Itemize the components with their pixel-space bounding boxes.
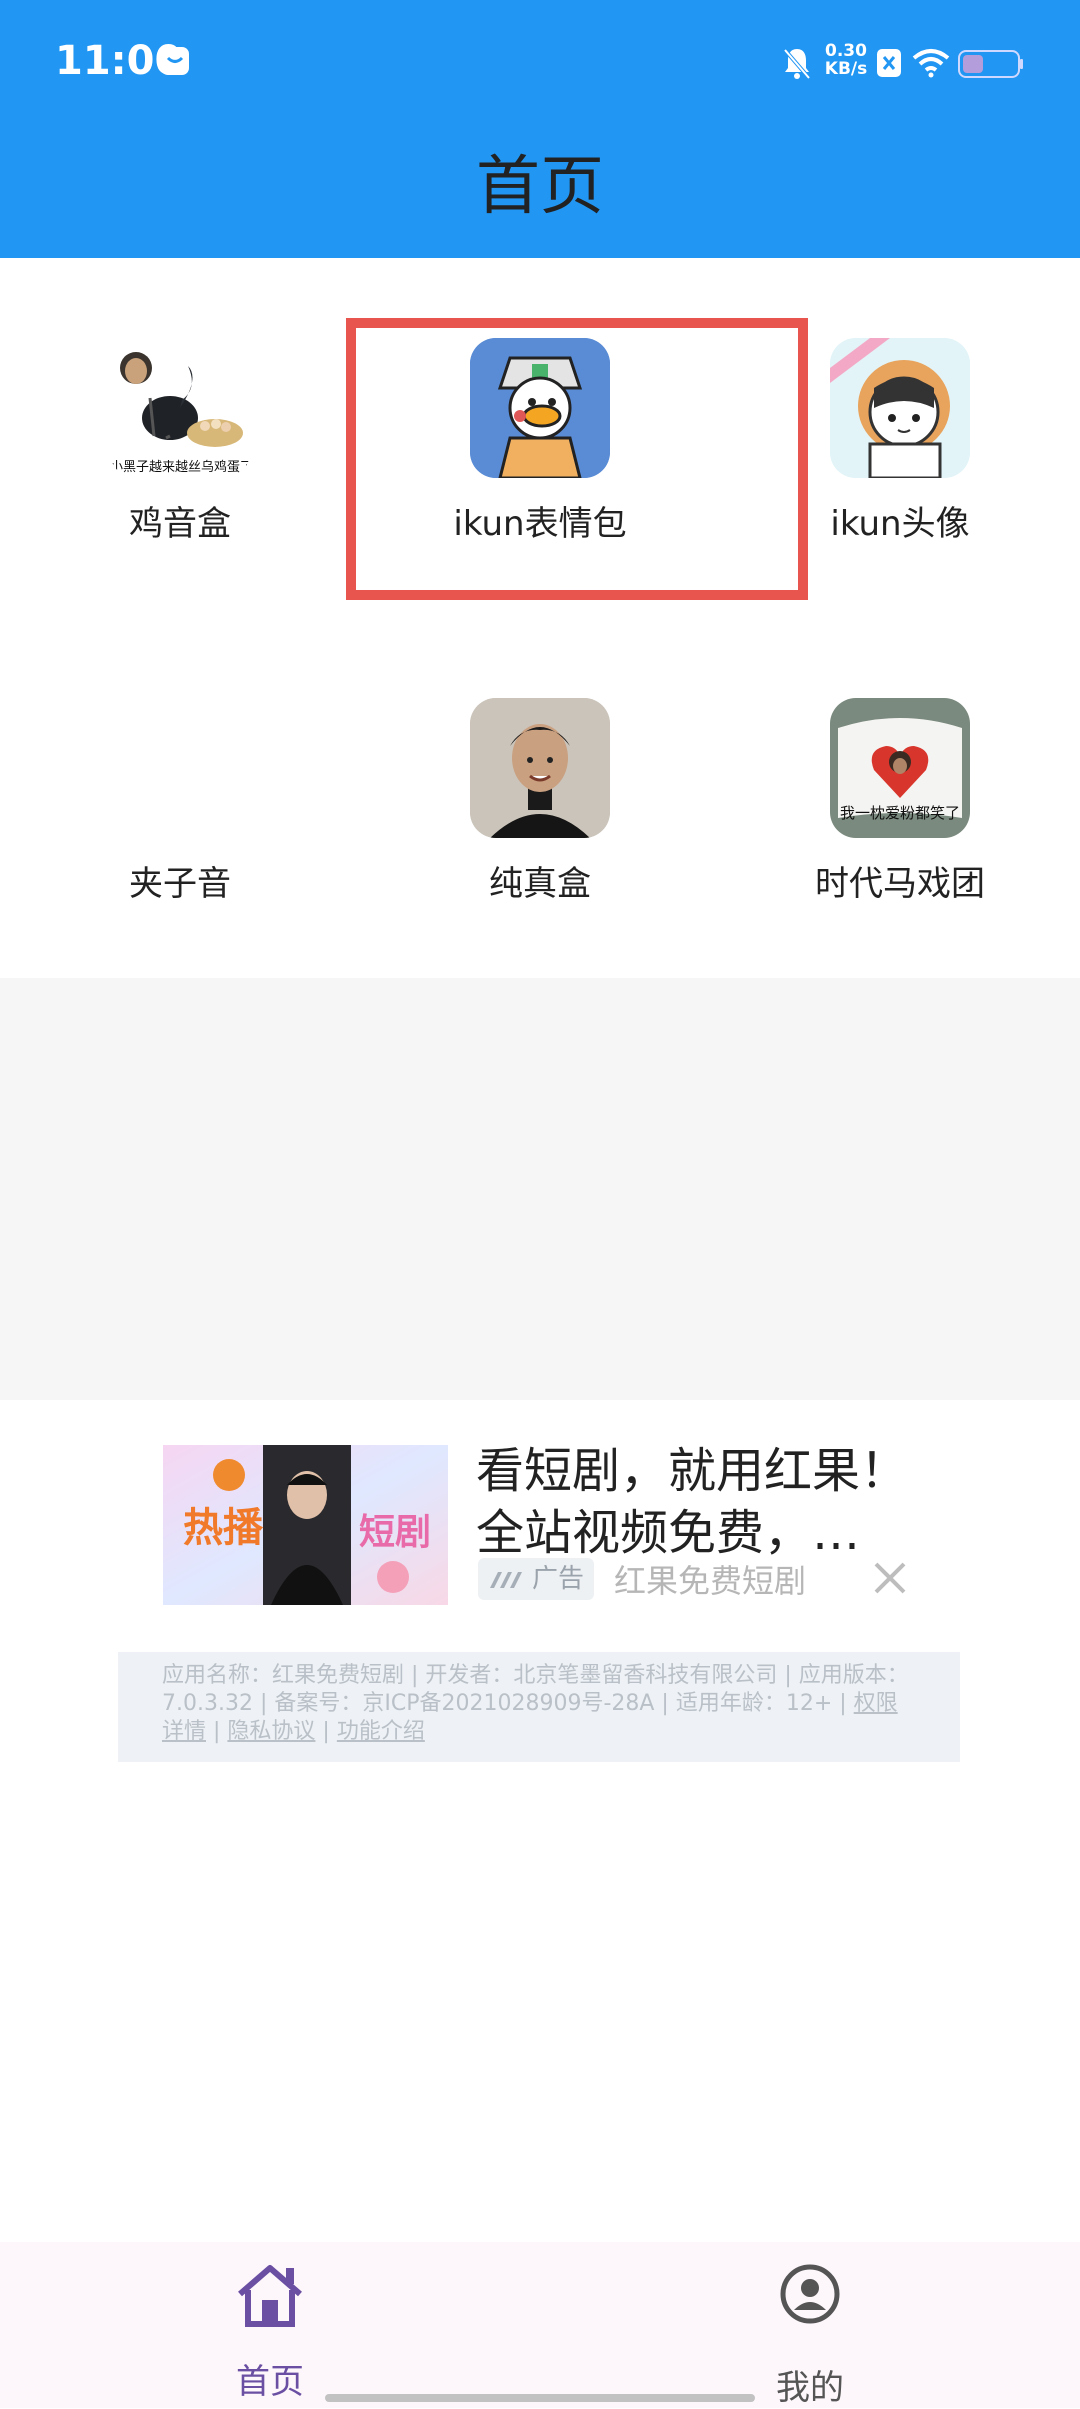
- chicken-thumbnail: 小黑子越来越丝乌鸡蛋了: [110, 338, 250, 478]
- no-sim-icon: [877, 49, 901, 77]
- empty-area: [0, 978, 1080, 1400]
- ad-app-info: 应用名称：红果免费短剧 | 开发者：北京笔墨留香科技有限公司 | 应用版本：7.…: [118, 1652, 960, 1762]
- ad-image-text-right: 短剧: [359, 1512, 432, 1553]
- ad-badge-label: 广告: [532, 1564, 585, 1594]
- ad-logo-icon: [490, 1572, 522, 1588]
- ad-badge: 广告: [478, 1558, 594, 1600]
- chicken-caption: 小黑子越来越丝乌鸡蛋了: [110, 460, 250, 475]
- close-icon[interactable]: [870, 1558, 910, 1598]
- battery-icon: [958, 50, 1023, 78]
- tab-profile[interactable]: 我的: [700, 2262, 920, 2408]
- grid-item-circus[interactable]: 我一枕爱粉都笑了 时代马戏团: [720, 618, 1080, 978]
- grid-item-clip-voice[interactable]: 夹子音: [0, 618, 360, 978]
- ad-info-text: 应用名称：红果免费短剧 | 开发者：北京笔墨留香科技有限公司 | 应用版本：7.…: [162, 1663, 909, 1716]
- grid-item-innocent-box[interactable]: 纯真盒: [360, 618, 720, 978]
- grid-item-chicken-sound-box[interactable]: 小黑子越来越丝乌鸡蛋了 鸡音盒: [0, 258, 360, 618]
- bottom-nav: 首页 我的: [0, 2242, 1080, 2408]
- privacy-link[interactable]: 隐私协议: [227, 1719, 315, 1744]
- app-header: 11:00 0.30 KB/s 首页: [0, 0, 1080, 258]
- wifi-icon: [912, 49, 950, 78]
- selection-highlight: [346, 318, 808, 600]
- status-bar: 11:00 0.30 KB/s: [0, 0, 1080, 126]
- cartoon-cat-image: [830, 338, 970, 478]
- network-speed: 0.30 KB/s: [821, 42, 871, 78]
- profile-icon: [780, 2264, 840, 2324]
- grid-item-label: 纯真盒: [489, 864, 591, 904]
- circus-thumbnail: 我一枕爱粉都笑了: [830, 698, 970, 838]
- features-link[interactable]: 功能介绍: [337, 1719, 425, 1744]
- ad-headline[interactable]: 看短剧，就用红果！全站视频免费，…: [476, 1440, 936, 1564]
- ad-brand[interactable]: 红果免费短剧: [614, 1556, 806, 1602]
- net-speed-value: 0.30: [825, 41, 867, 61]
- innocent-box-thumbnail: [470, 698, 610, 838]
- tab-home[interactable]: 首页: [160, 2262, 380, 2402]
- page-title: 首页: [476, 150, 604, 224]
- mute-bell-icon: [783, 48, 811, 80]
- grid-item-label: 时代马戏团: [815, 864, 985, 904]
- message-icon: [161, 47, 189, 75]
- net-speed-unit: KB/s: [824, 59, 868, 79]
- grid-item-label: 鸡音盒: [129, 504, 231, 544]
- ad-image-text-left: 热播: [183, 1505, 263, 1551]
- circus-caption: 我一枕爱粉都笑了: [839, 804, 960, 822]
- grid-item-label: 夹子音: [129, 864, 231, 904]
- home-indicator[interactable]: [325, 2394, 755, 2402]
- ad-image[interactable]: 热播 短剧: [163, 1445, 448, 1605]
- ikun-avatars-thumbnail: [830, 338, 970, 478]
- home-icon: [238, 2265, 302, 2327]
- person-photo: [470, 698, 610, 838]
